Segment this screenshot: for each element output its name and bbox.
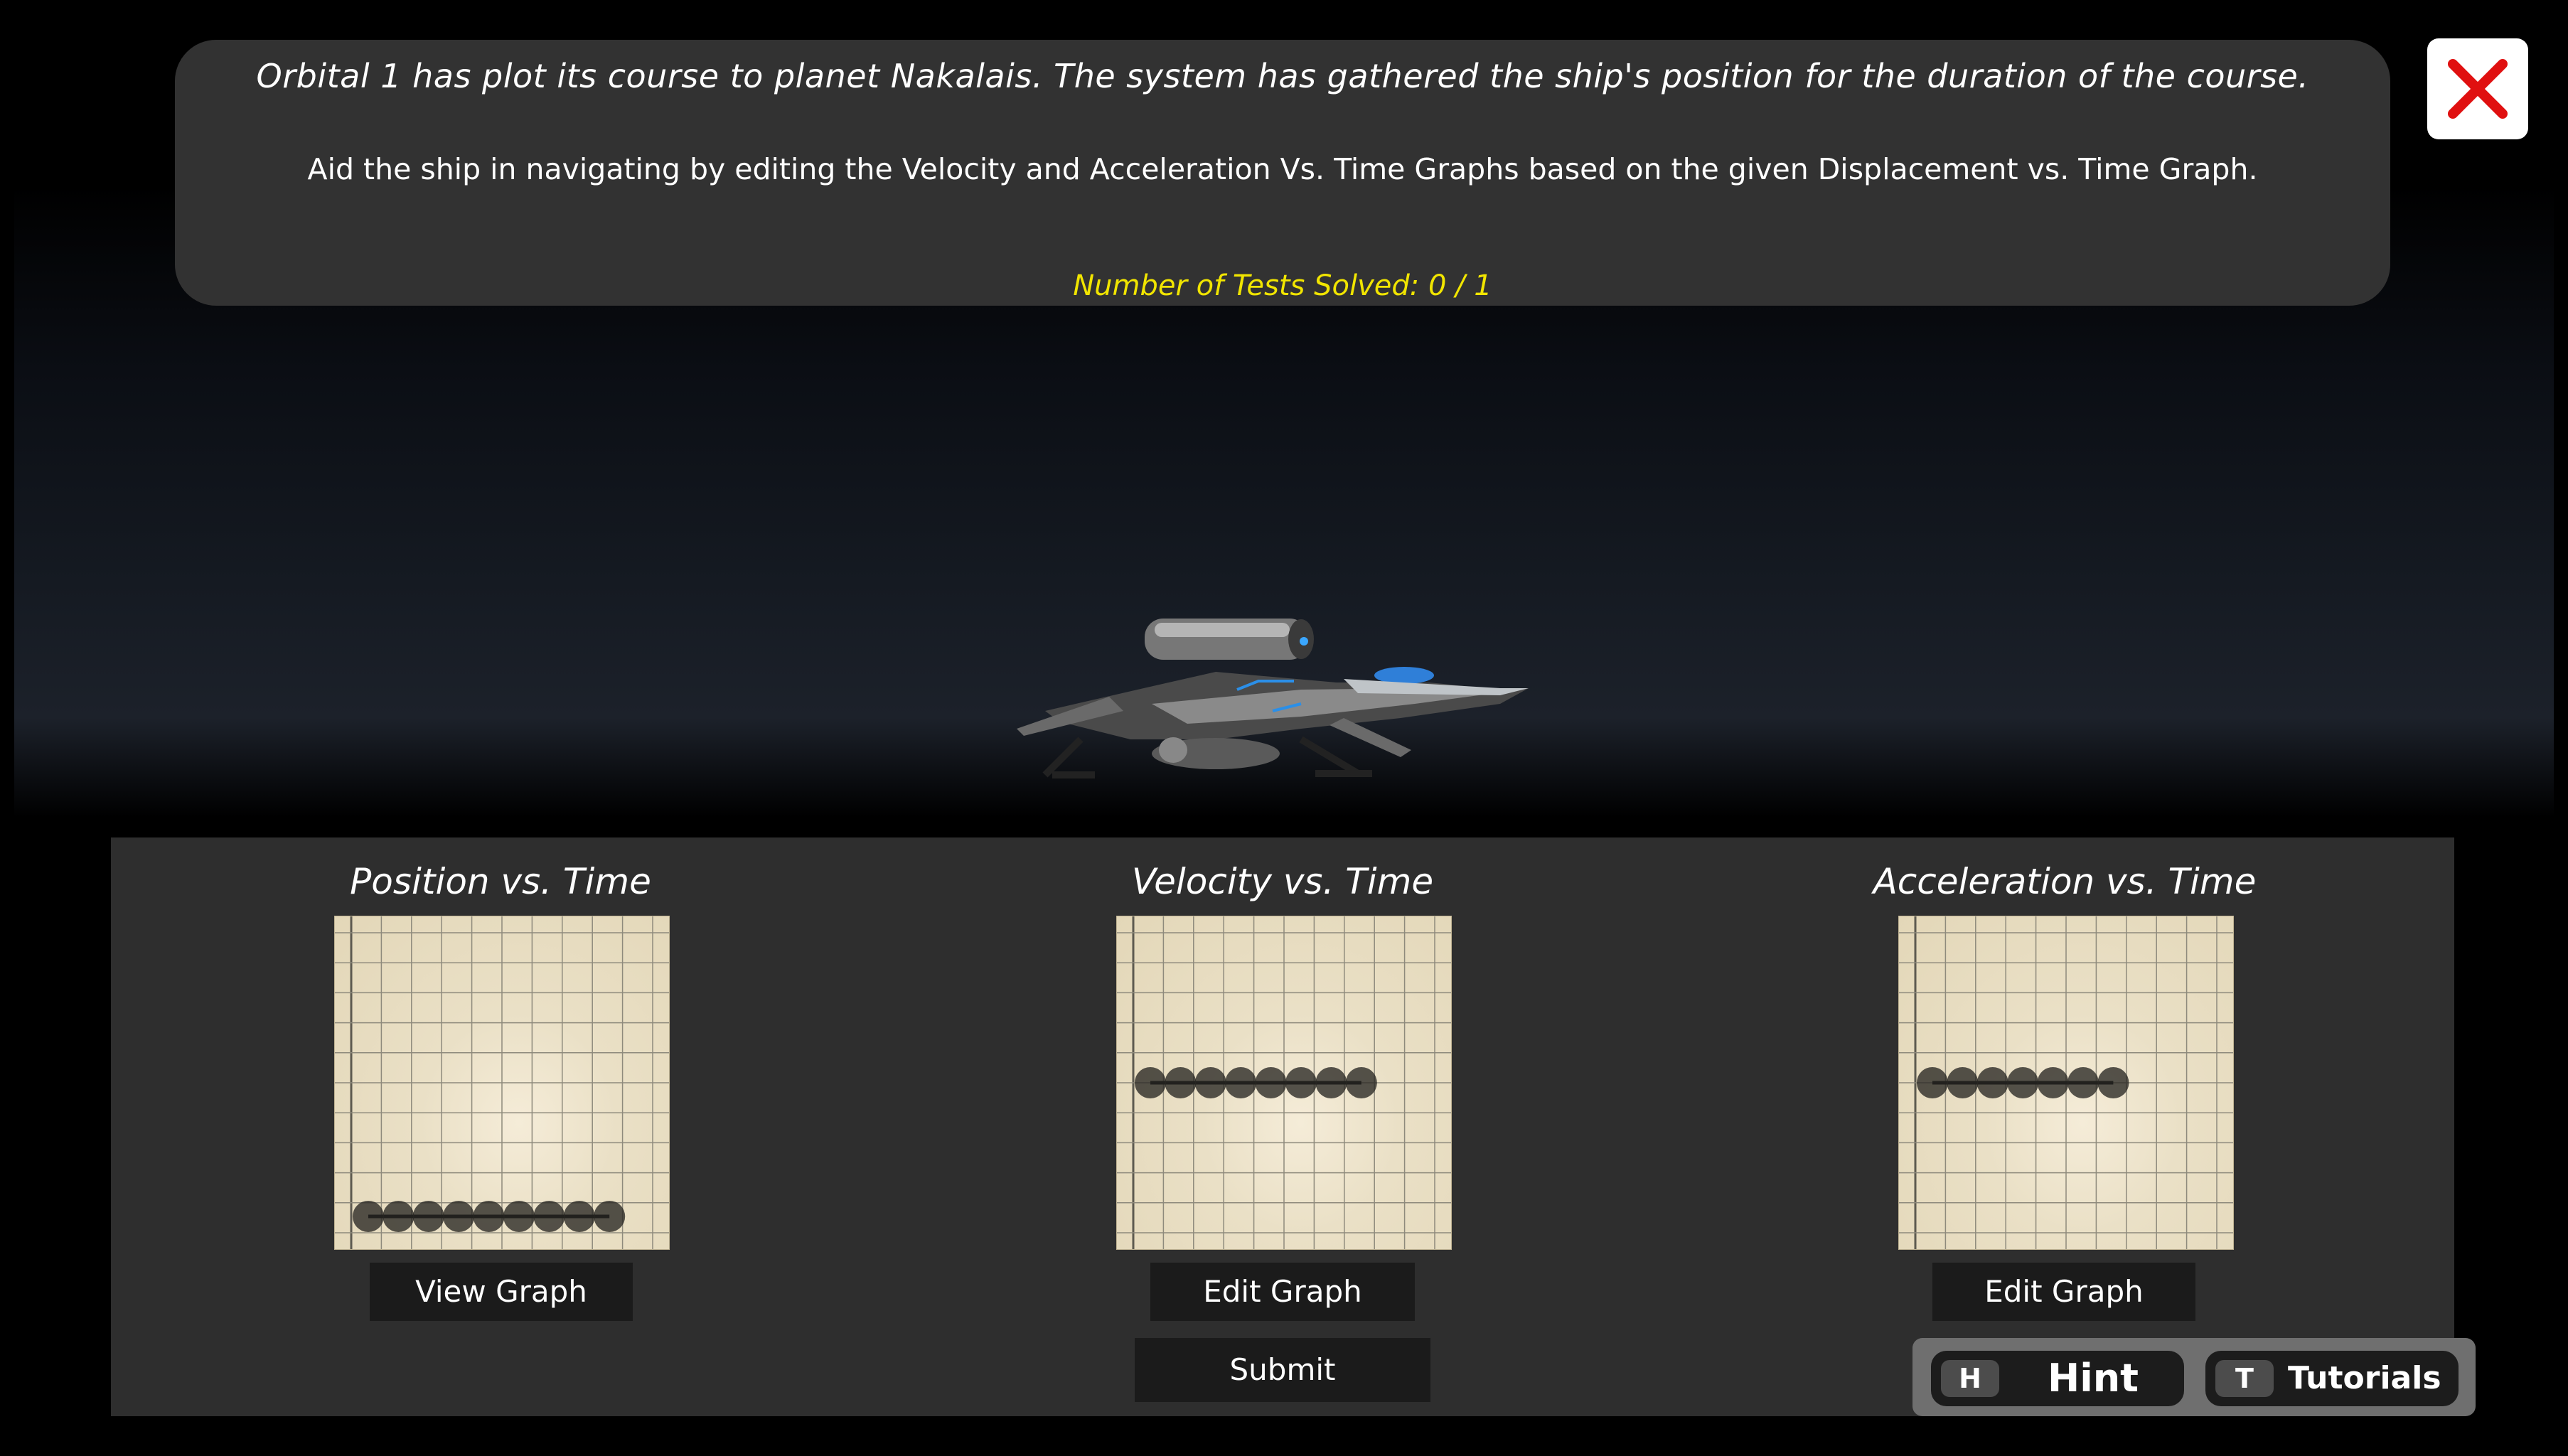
graph-point [443, 1201, 475, 1232]
close-button[interactable] [2427, 38, 2528, 139]
graph-title-position: Position vs. Time [350, 861, 651, 902]
tutorials-key: T [2215, 1360, 2274, 1397]
acceleration-time-graph[interactable] [1898, 916, 2234, 1250]
graph-point [412, 1201, 444, 1232]
spaceship [1017, 619, 1529, 778]
graph-point[interactable] [2037, 1067, 2069, 1098]
mission-instructions: Aid the ship in navigating by editing th… [307, 152, 2258, 186]
graph-point[interactable] [2007, 1067, 2039, 1098]
graph-title-velocity: Velocity vs. Time [1131, 861, 1434, 902]
graph-canvas [335, 916, 669, 1249]
graph-point [563, 1201, 595, 1232]
hint-button[interactable]: H Hint [1931, 1351, 2184, 1406]
graph-point[interactable] [2067, 1067, 2099, 1098]
close-icon [2448, 59, 2508, 119]
graph-point[interactable] [1165, 1067, 1197, 1098]
graph-point [382, 1201, 414, 1232]
view-graph-button[interactable]: View Graph [370, 1263, 633, 1321]
graph-point[interactable] [1225, 1067, 1257, 1098]
graph-title-acceleration: Acceleration vs. Time [1873, 861, 2257, 902]
tests-solved-counter: Number of Tests Solved: 0 / 1 [1073, 269, 1492, 302]
graph-point[interactable] [1976, 1067, 2008, 1098]
graph-point[interactable] [1194, 1067, 1226, 1098]
graph-point[interactable] [1947, 1067, 1979, 1098]
graph-point[interactable] [1285, 1067, 1317, 1098]
graph-canvas [1117, 916, 1451, 1249]
graph-canvas [1899, 916, 2233, 1249]
graph-point[interactable] [1135, 1067, 1166, 1098]
hotkey-bar: H Hint T Tutorials [1912, 1338, 2476, 1416]
graph-point[interactable] [1917, 1067, 1948, 1098]
submit-button[interactable]: Submit [1135, 1338, 1430, 1402]
edit-velocity-graph-button[interactable]: Edit Graph [1150, 1263, 1415, 1321]
velocity-time-graph[interactable] [1116, 916, 1452, 1250]
edit-acceleration-graph-button[interactable]: Edit Graph [1932, 1263, 2195, 1321]
graph-point [503, 1201, 535, 1232]
mission-briefing: Orbital 1 has plot its course to planet … [175, 40, 2390, 306]
graph-point [473, 1201, 505, 1232]
hint-key: H [1941, 1360, 1999, 1397]
graph-point [594, 1201, 626, 1232]
tutorials-label: Tutorials [2288, 1360, 2441, 1396]
graph-point[interactable] [1315, 1067, 1347, 1098]
graph-point[interactable] [1345, 1067, 1377, 1098]
graph-point[interactable] [2097, 1067, 2129, 1098]
graph-point[interactable] [1255, 1067, 1287, 1098]
graph-point [353, 1201, 384, 1232]
hint-label: Hint [2048, 1356, 2139, 1401]
tutorials-button[interactable]: T Tutorials [2205, 1351, 2459, 1406]
mission-title: Orbital 1 has plot its course to planet … [256, 57, 2309, 95]
graph-point [533, 1201, 565, 1232]
position-time-graph [334, 916, 670, 1250]
